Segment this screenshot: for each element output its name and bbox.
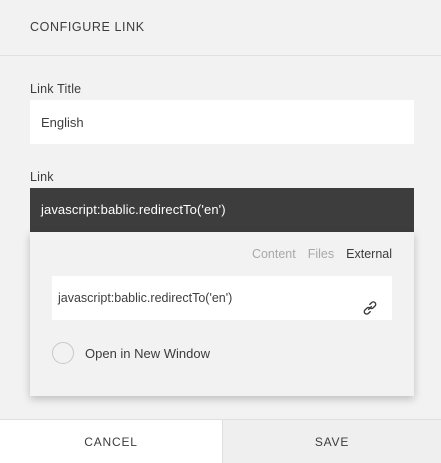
link-title-input[interactable] (30, 100, 414, 144)
open-new-window-option[interactable]: Open in New Window (52, 342, 210, 364)
external-url-text: javascript:bablic.redirectTo('en') (58, 291, 233, 305)
cancel-button[interactable]: CANCEL (0, 420, 222, 463)
tab-external[interactable]: External (346, 247, 392, 261)
tab-content[interactable]: Content (252, 247, 296, 261)
link-chain-icon[interactable] (362, 290, 378, 315)
dialog-title: CONFIGURE LINK (30, 20, 145, 34)
save-button[interactable]: SAVE (222, 420, 441, 463)
link-type-tabs: Content Files External (252, 247, 392, 261)
link-label: Link (30, 170, 54, 184)
dialog-header: CONFIGURE LINK (0, 0, 441, 56)
link-picker-popover: Content Files External javascript:bablic… (30, 232, 414, 396)
dialog-footer: CANCEL SAVE (0, 419, 441, 463)
open-new-window-checkbox[interactable] (52, 342, 74, 364)
link-title-label: Link Title (30, 82, 82, 96)
external-url-field[interactable]: javascript:bablic.redirectTo('en') (52, 276, 392, 320)
link-input[interactable]: javascript:bablic.redirectTo('en') (30, 188, 414, 232)
configure-link-dialog: CONFIGURE LINK Link Title Link javascrip… (0, 0, 441, 463)
open-new-window-label: Open in New Window (85, 345, 210, 361)
tab-files[interactable]: Files (308, 247, 334, 261)
